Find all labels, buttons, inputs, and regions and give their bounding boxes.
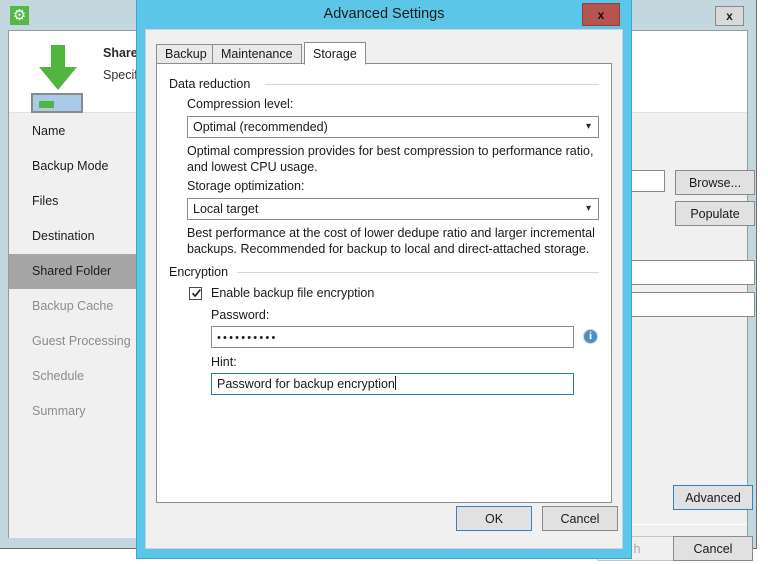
sidebar-item-shared-folder[interactable]: Shared Folder bbox=[9, 254, 145, 289]
arrow-stem bbox=[51, 45, 65, 69]
hint-label: Hint: bbox=[211, 355, 237, 369]
encryption-group-label: Encryption bbox=[169, 265, 235, 279]
password-label: Password: bbox=[211, 308, 270, 322]
compression-level-select[interactable]: Optimal (recommended) ▾ bbox=[187, 116, 599, 138]
chevron-down-icon: ▾ bbox=[585, 203, 591, 214]
password-masked-value: •••••••••• bbox=[217, 332, 278, 344]
sidebar-item-backup-mode[interactable]: Backup Mode bbox=[9, 149, 145, 184]
advanced-settings-dialog: Advanced Settings x Backup Maintenance S… bbox=[136, 0, 632, 559]
populate-button[interactable]: Populate bbox=[675, 201, 755, 226]
text-caret bbox=[394, 376, 396, 390]
tab-backup[interactable]: Backup bbox=[156, 44, 216, 64]
gear-glyph: ⚙ bbox=[12, 7, 27, 24]
encryption-rule bbox=[237, 272, 599, 273]
sidebar-item-files[interactable]: Files bbox=[9, 184, 145, 219]
tab-maintenance[interactable]: Maintenance bbox=[212, 44, 302, 64]
enable-encryption-label: Enable backup file encryption bbox=[211, 286, 375, 300]
sidebar-item-backup-cache[interactable]: Backup Cache bbox=[9, 289, 145, 324]
storage-tab-panel: Data reduction Compression level: Optima… bbox=[156, 63, 612, 503]
compression-level-value: Optimal (recommended) bbox=[193, 120, 328, 134]
dialog-ok-button[interactable]: OK bbox=[456, 506, 532, 531]
encryption-password-input[interactable]: •••••••••• bbox=[211, 326, 574, 348]
enable-encryption-checkbox[interactable] bbox=[189, 287, 202, 300]
storage-optimization-value: Local target bbox=[193, 202, 259, 216]
wizard-step-list: Name Backup Mode Files Destination Share… bbox=[9, 114, 145, 538]
encryption-hint-input[interactable]: Password for backup encryption bbox=[211, 373, 574, 395]
cancel-button[interactable]: Cancel bbox=[673, 536, 753, 561]
sidebar-item-summary[interactable]: Summary bbox=[9, 394, 145, 429]
screen-root: ⚙ x Shared F Specify a Name Backup Mode bbox=[0, 0, 768, 564]
storage-optimization-label: Storage optimization: bbox=[187, 179, 305, 193]
sidebar-item-guest-processing[interactable]: Guest Processing bbox=[9, 324, 145, 359]
gear-icon: ⚙ bbox=[10, 6, 29, 25]
wizard-close-button[interactable]: x bbox=[715, 6, 744, 26]
dialog-title: Advanced Settings bbox=[323, 6, 445, 22]
data-reduction-rule bbox=[265, 84, 599, 85]
data-reduction-group-label: Data reduction bbox=[169, 77, 257, 91]
chevron-down-icon: ▾ bbox=[585, 121, 591, 132]
tab-storage[interactable]: Storage bbox=[304, 42, 366, 65]
compression-level-description: Optimal compression provides for best co… bbox=[187, 144, 594, 174]
backup-download-icon bbox=[25, 43, 89, 113]
dialog-body: Backup Maintenance Storage Data reductio… bbox=[145, 29, 623, 549]
sidebar-item-destination[interactable]: Destination bbox=[9, 219, 145, 254]
arrow-head bbox=[39, 67, 77, 90]
drive-icon bbox=[31, 93, 83, 113]
storage-optimization-description: Best performance at the cost of lower de… bbox=[187, 226, 595, 256]
sidebar-item-schedule[interactable]: Schedule bbox=[9, 359, 145, 394]
drive-slot bbox=[39, 101, 54, 108]
sidebar-item-name[interactable]: Name bbox=[9, 114, 145, 149]
browse-button[interactable]: Browse... bbox=[675, 170, 755, 195]
info-icon[interactable]: i bbox=[583, 329, 598, 344]
hint-value: Password for backup encryption bbox=[217, 377, 395, 391]
advanced-button[interactable]: Advanced bbox=[673, 485, 753, 510]
storage-optimization-select[interactable]: Local target ▾ bbox=[187, 198, 599, 220]
tab-strip: Backup Maintenance Storage bbox=[156, 42, 612, 65]
dialog-close-button[interactable]: x bbox=[582, 3, 620, 26]
compression-level-label: Compression level: bbox=[187, 97, 294, 111]
dialog-cancel-button[interactable]: Cancel bbox=[542, 506, 618, 531]
